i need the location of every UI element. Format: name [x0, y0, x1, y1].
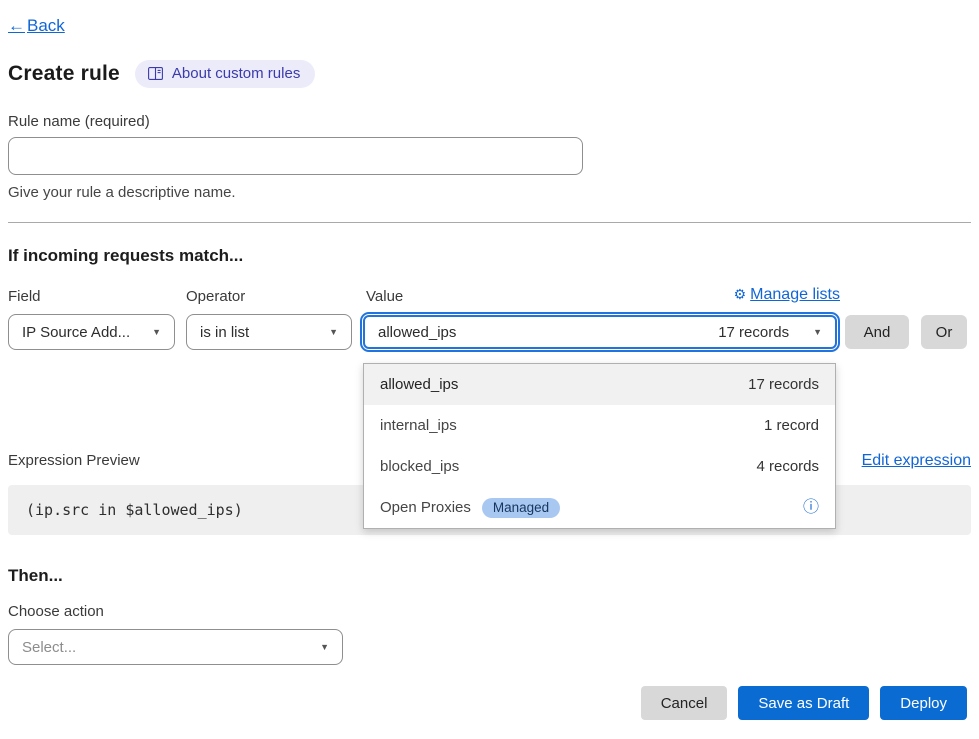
save-as-draft-button[interactable]: Save as Draft	[738, 686, 869, 720]
action-select-placeholder: Select...	[22, 639, 76, 656]
expression-preview-label: Expression Preview	[8, 452, 140, 469]
list-item-name: allowed_ips	[380, 376, 458, 393]
footer-actions: Cancel Save as Draft Deploy	[8, 686, 971, 720]
chevron-down-icon: ▼	[813, 328, 822, 337]
section-divider	[8, 222, 971, 223]
back-link-label: Back	[27, 16, 65, 36]
gear-icon: ⚙	[734, 286, 747, 302]
chevron-down-icon: ▼	[329, 328, 338, 337]
field-select-value: IP Source Add...	[22, 324, 130, 341]
info-icon[interactable]: ⓘ	[803, 500, 819, 516]
list-item-open-proxies[interactable]: Open Proxies Managed ⓘ	[364, 487, 835, 528]
back-row: ←Back	[8, 0, 971, 36]
list-item-left: Open Proxies Managed	[380, 498, 560, 518]
value-select-inner: allowed_ips 17 records ▼	[363, 315, 837, 349]
match-section-heading: If incoming requests match...	[8, 246, 971, 266]
condition-builder: Field Operator Value ⚙Manage lists IP So…	[8, 288, 971, 354]
title-row: Create rule About custom rules	[8, 60, 971, 88]
page-title: Create rule	[8, 62, 120, 86]
operator-column-label: Operator	[186, 288, 245, 305]
list-item-records: 4 records	[756, 458, 819, 475]
list-item-records: 1 record	[764, 417, 819, 434]
about-pill-label: About custom rules	[172, 65, 300, 82]
edit-expression-link[interactable]: Edit expression	[862, 452, 971, 470]
action-select[interactable]: Select... ▼	[8, 629, 343, 665]
value-select[interactable]: allowed_ips 17 records ▼	[360, 312, 840, 352]
rule-name-label: Rule name (required)	[8, 113, 971, 130]
field-column-label: Field	[8, 288, 41, 305]
list-item-records: 17 records	[748, 376, 819, 393]
about-custom-rules-link[interactable]: About custom rules	[135, 60, 315, 88]
operator-select-value: is in list	[200, 324, 249, 341]
managed-badge: Managed	[482, 498, 560, 518]
value-select-meta: 17 records	[718, 324, 789, 341]
rule-name-helper: Give your rule a descriptive name.	[8, 184, 971, 201]
or-button[interactable]: Or	[921, 315, 967, 349]
then-section-heading: Then...	[8, 566, 971, 586]
list-dropdown-menu: allowed_ips 17 records internal_ips 1 re…	[363, 363, 836, 529]
book-icon	[148, 67, 163, 80]
list-item-blocked-ips[interactable]: blocked_ips 4 records	[364, 446, 835, 487]
list-item-internal-ips[interactable]: internal_ips 1 record	[364, 405, 835, 446]
field-select[interactable]: IP Source Add... ▼	[8, 314, 175, 350]
chevron-down-icon: ▼	[152, 328, 161, 337]
value-select-value: allowed_ips	[378, 324, 718, 341]
back-arrow-icon: ←	[8, 16, 25, 36]
list-item-name: Open Proxies	[380, 499, 471, 516]
manage-lists-link[interactable]: Manage lists	[750, 286, 840, 303]
list-item-name: blocked_ips	[380, 458, 459, 475]
cancel-button[interactable]: Cancel	[641, 686, 728, 720]
list-item-allowed-ips[interactable]: allowed_ips 17 records	[364, 364, 835, 405]
rule-name-input[interactable]	[8, 137, 583, 175]
and-button[interactable]: And	[845, 315, 909, 349]
chevron-down-icon: ▼	[320, 643, 329, 652]
list-item-name: internal_ips	[380, 417, 457, 434]
operator-select[interactable]: is in list ▼	[186, 314, 352, 350]
manage-lists-wrap: ⚙Manage lists	[360, 286, 840, 304]
choose-action-label: Choose action	[8, 603, 971, 620]
deploy-button[interactable]: Deploy	[880, 686, 967, 720]
create-rule-page: ←Back Create rule About custom rules Rul…	[0, 0, 979, 739]
back-link[interactable]: ←Back	[8, 16, 65, 36]
